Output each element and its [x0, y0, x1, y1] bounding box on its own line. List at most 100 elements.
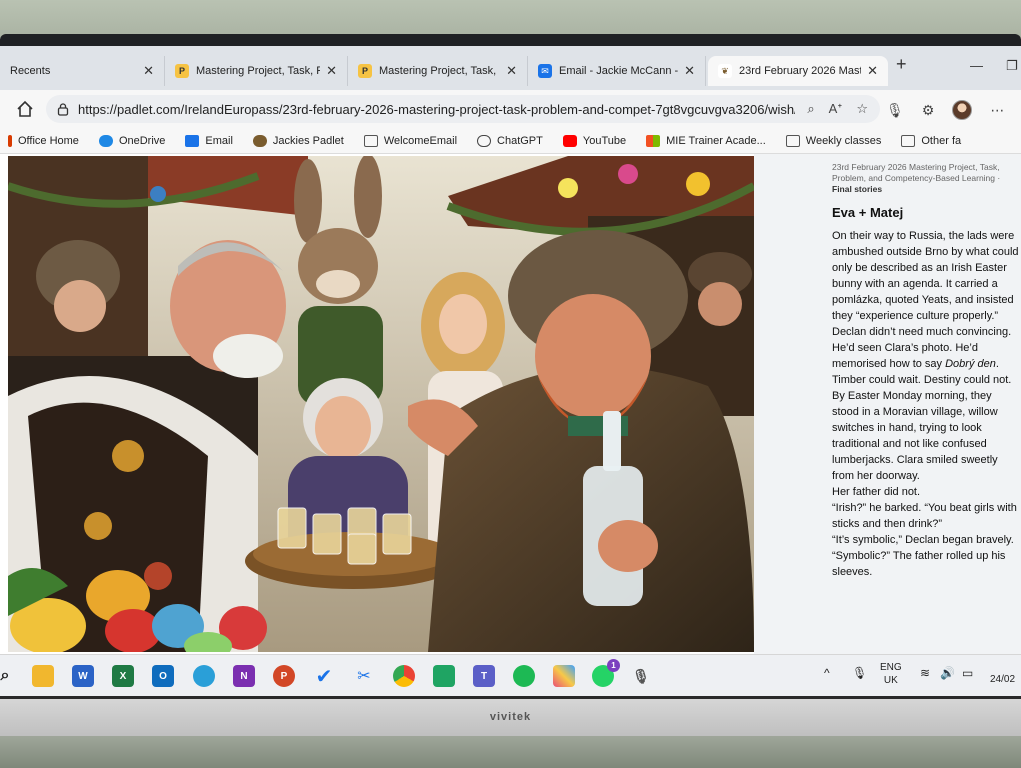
- whiteboard-ledge: [0, 736, 1021, 768]
- spotify-icon[interactable]: [513, 665, 535, 687]
- favorite-other[interactable]: Other fa: [901, 134, 962, 147]
- favorite-mie-trainer[interactable]: MIE Trainer Acade...: [646, 134, 766, 147]
- close-icon[interactable]: ✕: [506, 63, 517, 79]
- edge-icon[interactable]: [193, 665, 215, 687]
- wifi-icon[interactable]: ≋: [920, 667, 930, 680]
- favorite-label: Other fa: [921, 134, 962, 147]
- whatsapp-icon[interactable]: 1: [592, 659, 620, 687]
- microsoft-icon: [646, 134, 661, 147]
- read-aloud-icon[interactable]: Aᐩ: [829, 101, 843, 117]
- tab-padlet-2[interactable]: P Mastering Project, Task, Prol ✕: [348, 56, 528, 86]
- breadcrumb: 23rd February 2026 Mastering Project, Ta…: [832, 162, 1001, 194]
- onenote-icon[interactable]: N: [233, 665, 255, 687]
- home-icon[interactable]: [14, 98, 36, 120]
- folder-icon: [363, 134, 378, 147]
- url-text: https://padlet.com/IrelandEuropass/23rd-…: [78, 101, 796, 117]
- paragraph: On their way to Russia, the lads were am…: [832, 230, 1019, 386]
- folder-icon: [901, 134, 916, 147]
- more-menu-icon[interactable]: ⋯: [990, 102, 1004, 119]
- zoom-icon[interactable]: ⌕: [807, 101, 814, 117]
- page-content: 23rd February 2026 Mastering Project, Ta…: [0, 154, 1021, 654]
- tab-email[interactable]: ✉ Email - Jackie McCann - Eur ✕: [528, 56, 706, 86]
- tab-padlet-1[interactable]: P Mastering Project, Task, Prol ✕: [165, 56, 348, 86]
- todo-check-icon[interactable]: ✔: [313, 665, 335, 688]
- address-bar[interactable]: https://padlet.com/IrelandEuropass/23rd-…: [46, 95, 880, 123]
- language-code: ENG: [880, 662, 902, 673]
- region-code: UK: [883, 675, 898, 686]
- favorite-star-icon[interactable]: ☆: [856, 101, 868, 117]
- story-panel: 23rd February 2026 Mastering Project, Ta…: [754, 154, 1021, 654]
- monitor-brand-logo: vivitek: [489, 711, 532, 723]
- chatgpt-icon: [477, 134, 492, 147]
- paragraph: Her father did not.: [832, 486, 921, 498]
- file-explorer-icon[interactable]: [32, 665, 54, 687]
- battery-icon[interactable]: ▭: [962, 667, 973, 680]
- minimize-icon[interactable]: —: [970, 58, 983, 73]
- paragraph: “It’s symbolic,” Declan began bravely.: [832, 534, 1014, 546]
- notification-badge: 1: [607, 659, 620, 672]
- favorite-label: Jackies Padlet: [272, 134, 344, 147]
- favorite-weekly-classes[interactable]: Weekly classes: [785, 134, 882, 147]
- word-icon[interactable]: W: [72, 665, 94, 687]
- chrome-icon[interactable]: [393, 665, 415, 687]
- favorite-welcome-email[interactable]: WelcomeEmail: [363, 134, 458, 147]
- padlet-icon: P: [358, 64, 372, 78]
- post-body: On their way to Russia, the lads were am…: [832, 228, 1021, 580]
- clock-date[interactable]: 24/02: [990, 673, 1015, 686]
- language-indicator[interactable]: ENG UK: [880, 661, 902, 687]
- padlet-icon: P: [175, 64, 189, 78]
- close-icon[interactable]: ✕: [684, 63, 695, 79]
- favorite-label: Weekly classes: [805, 134, 882, 147]
- favorite-label: MIE Trainer Acade...: [666, 134, 766, 147]
- paragraph: “Symbolic?” The father rolled up his sle…: [832, 550, 1006, 578]
- favorite-onedrive[interactable]: OneDrive: [98, 134, 165, 147]
- lock-icon[interactable]: [56, 102, 70, 116]
- chevron-up-icon[interactable]: ^: [824, 667, 830, 680]
- breadcrumb-text[interactable]: 23rd February 2026 Mastering Project, Ta…: [832, 162, 1000, 183]
- close-icon[interactable]: ✕: [326, 63, 337, 79]
- microphone-icon[interactable]: 🎙: [852, 667, 867, 680]
- google-drive-icon[interactable]: [433, 665, 455, 687]
- tab-label: Mastering Project, Task, Prol: [196, 65, 320, 77]
- microphone-icon[interactable]: 🎙: [886, 102, 904, 119]
- favorite-label: Email: [205, 134, 233, 147]
- profile-avatar[interactable]: [952, 100, 973, 120]
- close-icon[interactable]: ✕: [143, 63, 154, 79]
- teams-icon[interactable]: T: [473, 665, 495, 687]
- powerpoint-icon[interactable]: P: [273, 665, 295, 687]
- favorite-chatgpt[interactable]: ChatGPT: [477, 134, 543, 147]
- excel-icon[interactable]: X: [112, 665, 134, 687]
- favorite-label: Office Home: [18, 134, 79, 147]
- favorite-label: ChatGPT: [497, 134, 543, 147]
- paragraph: “Irish?” he barked. “You beat girls with…: [832, 502, 1017, 530]
- paint-icon[interactable]: [553, 665, 575, 687]
- tab-active-padlet[interactable]: ❦ 23rd February 2026 Masteri ✕: [708, 56, 888, 86]
- extensions-icon[interactable]: ⚙: [922, 102, 935, 119]
- favorite-label: WelcomeEmail: [383, 134, 458, 147]
- volume-icon[interactable]: 🔊: [940, 667, 955, 680]
- youtube-icon: [562, 134, 577, 147]
- restore-icon[interactable]: ❐: [1006, 58, 1018, 74]
- new-tab-button[interactable]: +: [896, 54, 907, 75]
- close-icon[interactable]: ✕: [867, 63, 878, 79]
- post-image[interactable]: [8, 156, 754, 652]
- tab-label: Mastering Project, Task, Prol: [379, 65, 500, 77]
- section-label: Final stories: [832, 184, 883, 194]
- tab-label: Recents: [10, 65, 51, 77]
- snipping-tool-icon[interactable]: ✂: [353, 665, 375, 687]
- padlet-leaf-icon: [252, 134, 267, 147]
- paragraph: By Easter Monday morning, they stood in …: [832, 390, 998, 482]
- folder-icon: [785, 134, 800, 147]
- voice-recorder-icon[interactable]: 🎙: [630, 665, 652, 687]
- outlook-icon[interactable]: O: [152, 665, 174, 687]
- tab-label: 23rd February 2026 Masteri: [739, 65, 861, 77]
- favorite-jackies-padlet[interactable]: Jackies Padlet: [252, 134, 344, 147]
- windows-taskbar: ⌕ W X O N P ✔ ✂ T 1 🎙 ^ 🎙 ENG UK ≋ 🔊 ▭ 2…: [0, 654, 1021, 698]
- search-icon[interactable]: ⌕: [0, 665, 16, 687]
- favorite-office-home[interactable]: Office Home: [8, 134, 79, 147]
- tab-label: Email - Jackie McCann - Eur: [559, 65, 679, 77]
- favorite-youtube[interactable]: YouTube: [562, 134, 626, 147]
- tab-recents[interactable]: Recents ✕: [0, 56, 165, 86]
- outlook-icon: ✉: [538, 64, 552, 78]
- favorite-email[interactable]: Email: [185, 134, 233, 147]
